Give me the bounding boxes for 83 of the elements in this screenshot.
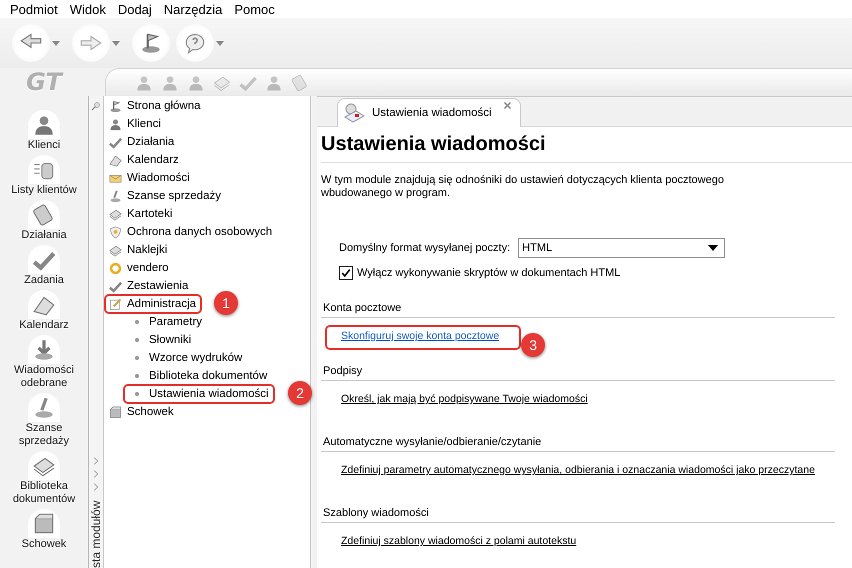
menu-item[interactable]: Podmiot [4,2,64,16]
edit-icon [108,296,123,312]
tree-item[interactable]: Biblioteka dokumentów [145,370,268,382]
tree-item[interactable]: Klienci [123,118,161,130]
tree-item[interactable]: Wiadomości [123,172,190,184]
caret-icon[interactable] [216,40,224,46]
menu-item[interactable]: Widok [64,2,112,16]
link[interactable]: Zdefiniuj parametry automatycznego wysyłania, odbierania i oznaczania wiadomości jako przeczytane [341,464,815,476]
shield-icon [108,224,123,240]
section-heading: Szablony wiadomości [321,504,835,523]
bullet-icon [135,320,139,324]
panel-caption: sta modułów [90,500,102,568]
menu-item[interactable]: Narzędzia [158,2,228,16]
nav-label[interactable]: Wiadomości odebrane [2,364,86,390]
tab[interactable]: Ustawienia wiadomości [337,98,521,127]
nav-label[interactable]: Kalendarz [19,319,69,332]
callout-badge: 2 [288,381,312,405]
section-heading: Konta pocztowe [321,299,835,318]
menu-item[interactable]: Dodaj [112,2,158,16]
tree-item[interactable]: Działania [123,136,174,148]
nav-label[interactable]: Schowek [22,538,66,551]
nav-label[interactable]: Klienci [28,139,60,152]
intro-text: W tym module znajdują się odnośniki do ustawień dotyczących klienta pocztowego wbudowanego w program. [321,174,725,200]
nav-button[interactable] [28,110,60,139]
bullet-icon [135,356,139,360]
caret-icon[interactable] [52,40,60,46]
format-dropdown[interactable]: HTML [518,238,726,258]
nav-button[interactable] [28,245,60,274]
toolbar-button[interactable] [132,24,170,62]
nav-button[interactable] [28,451,60,480]
nav-button[interactable] [28,393,60,422]
tree-item[interactable]: Zestawienia [123,280,188,292]
tree-item[interactable]: Słowniki [145,334,192,346]
nav-label[interactable]: Biblioteka dokumentów [2,480,86,506]
tree-item[interactable]: Wzorce wydruków [145,352,242,364]
menu-item[interactable]: Pomoc [228,2,281,16]
logo: GT [26,68,62,96]
caret-icon [708,245,718,251]
field-label: Domyślny format wysyłanej poczty: [339,242,510,254]
link[interactable]: Skonfiguruj swoje konta pocztowe [341,330,500,342]
bullet-icon [135,338,139,342]
nav-button[interactable] [28,509,60,538]
tree-item[interactable]: Szanse sprzedaży [123,190,221,202]
toolbar-button[interactable] [12,24,50,62]
toolbar-button[interactable] [72,24,110,62]
nav-button[interactable] [28,200,60,229]
nav-button[interactable] [28,155,60,184]
tree-item[interactable]: Ochrona danych osobowych [123,226,272,238]
bullet-icon [135,392,139,396]
tree-item[interactable]: Strona główna [123,100,201,112]
nav-label[interactable]: Działania [21,229,67,242]
section-heading: Automatyczne wysyłanie/odbieranie/czytanie [321,433,835,452]
box-icon [108,404,123,420]
tree-item[interactable]: Ustawienia wiadomości [145,388,269,400]
bullet-icon [135,374,139,378]
callout-badge: 3 [521,333,546,357]
person-icon [108,116,123,132]
link[interactable]: Określ, jak mają być podpisywane Twoje wiadomości [341,393,588,405]
tree-item[interactable]: Kalendarz [123,154,179,166]
settings-icon [342,101,366,125]
flag-icon [108,98,123,114]
nav-label[interactable]: Szanse sprzedaży [2,422,86,448]
nav-label[interactable]: Listy klientów [11,184,77,197]
toolbar-button[interactable] [176,24,214,62]
section-heading: Podpisy [321,362,835,381]
tree-item[interactable]: Administracja [123,298,196,310]
nav-button[interactable] [28,290,60,319]
nav-label[interactable]: Zadania [24,274,64,287]
page-title: Ustawienia wiadomości [321,133,852,163]
tree-item[interactable]: Naklejki [123,244,168,256]
link[interactable]: Zdefiniuj szablony wiadomości z polami autotekstu [341,535,576,547]
tree-item[interactable]: Kartoteki [123,208,172,220]
caret-icon[interactable] [112,40,120,46]
close-icon[interactable] [503,101,512,110]
checkbox[interactable] [339,266,353,280]
checkbox-label[interactable]: Wyłącz wykonywanie skryptów w dokumentach HTML [357,267,620,279]
tree-item[interactable]: Schowek [123,406,174,418]
tree-item[interactable]: Parametry [145,316,202,328]
tree-item[interactable]: vendero [123,262,169,274]
callout-badge: 1 [214,291,238,315]
nav-button[interactable] [28,335,60,364]
ring-icon [108,260,123,276]
pen-icon [108,188,123,204]
